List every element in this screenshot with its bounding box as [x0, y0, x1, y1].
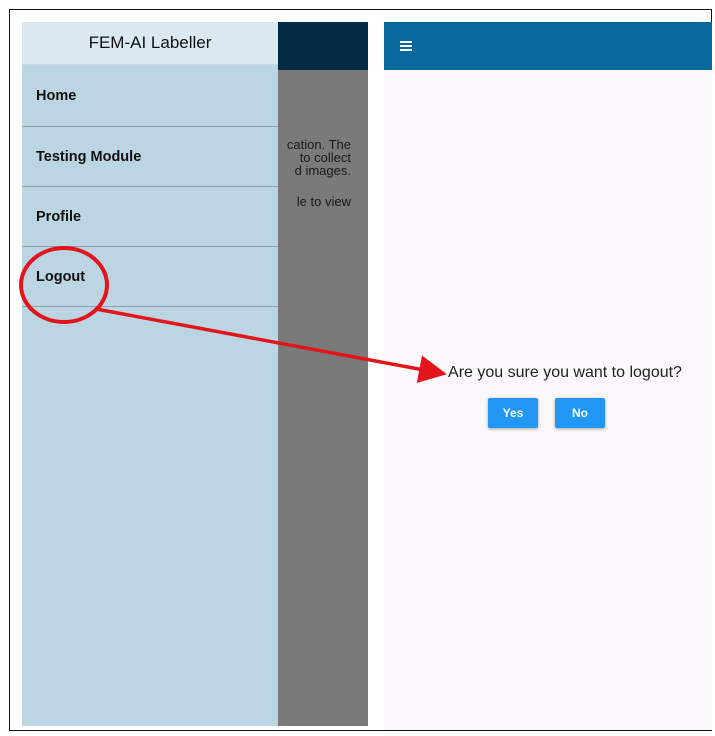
- phone-screen-drawer-open: cation. The to collect d images. le to v…: [22, 22, 368, 726]
- logout-confirmation: Are you sure you want to logout? Yes No: [384, 364, 712, 428]
- yes-button[interactable]: Yes: [488, 398, 538, 428]
- phone-screen-logout-dialog: Are you sure you want to logout? Yes No: [384, 22, 712, 730]
- menu-icon[interactable]: [400, 41, 412, 51]
- dialog-buttons: Yes No: [488, 398, 688, 428]
- drawer-item-logout[interactable]: Logout: [22, 247, 278, 307]
- drawer-item-testing-module[interactable]: Testing Module: [22, 127, 278, 187]
- app-bar: [384, 22, 712, 70]
- drawer-item-home[interactable]: Home: [22, 65, 278, 127]
- navigation-drawer: FEM-AI Labeller Home Testing Module Prof…: [22, 22, 278, 726]
- drawer-title: FEM-AI Labeller: [22, 22, 278, 65]
- logout-message: Are you sure you want to logout?: [448, 364, 682, 381]
- no-button[interactable]: No: [555, 398, 605, 428]
- drawer-item-profile[interactable]: Profile: [22, 187, 278, 247]
